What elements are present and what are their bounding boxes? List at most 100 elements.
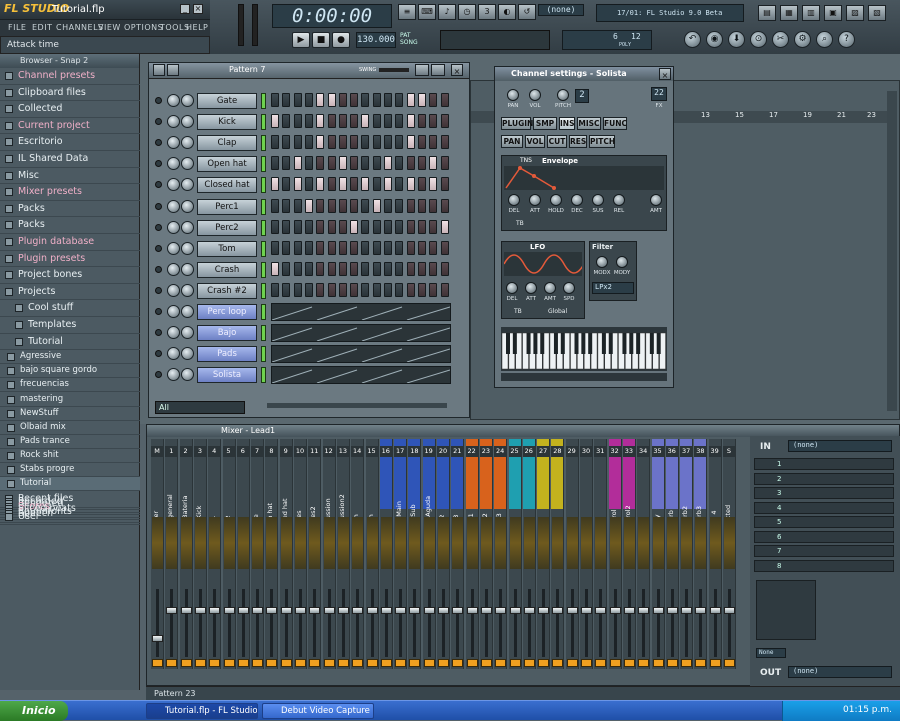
channel-select-indicator[interactable] — [261, 261, 266, 278]
track-send-button[interactable] — [581, 659, 592, 667]
track-send-button[interactable] — [423, 659, 435, 667]
step-button[interactable] — [304, 114, 313, 129]
tab-vol[interactable]: VOL — [525, 135, 545, 148]
track-fader[interactable] — [695, 607, 707, 614]
channel-filter-select[interactable]: All — [155, 401, 245, 414]
step-button[interactable] — [361, 198, 370, 213]
step-button[interactable] — [440, 177, 449, 192]
channel-name-button[interactable]: Bajo — [197, 325, 257, 342]
step-button[interactable] — [327, 219, 336, 234]
step-button[interactable] — [406, 114, 415, 129]
step-button[interactable] — [440, 93, 449, 107]
lfo-spd-knob[interactable] — [563, 282, 575, 294]
lfo-att-knob[interactable] — [525, 282, 537, 294]
step-button[interactable] — [417, 156, 426, 171]
mixer-track[interactable]: 38Reverb3 — [694, 439, 708, 669]
channel-select-indicator[interactable] — [261, 93, 266, 109]
step-button[interactable] — [304, 219, 313, 234]
step-button[interactable] — [417, 282, 426, 297]
wait-button[interactable]: ◷ — [458, 4, 476, 20]
channel-pan-knob[interactable] — [167, 136, 180, 150]
volume-knob[interactable] — [529, 89, 541, 101]
fx-slot[interactable]: 5 — [754, 516, 894, 528]
track-send-button[interactable] — [438, 659, 449, 667]
track-fader[interactable] — [623, 607, 635, 614]
menu-icon[interactable] — [153, 64, 165, 76]
step-button[interactable] — [350, 93, 359, 107]
channel-pan-knob[interactable] — [167, 178, 180, 192]
track-send-button[interactable] — [466, 659, 478, 667]
piano-key-black[interactable] — [636, 333, 641, 354]
channel-name-button[interactable]: Pads — [197, 346, 257, 363]
step-button[interactable] — [361, 93, 370, 107]
step-button[interactable] — [316, 93, 325, 107]
channel-pan-knob[interactable] — [167, 94, 180, 107]
mixer-track[interactable]: 22Lead1 — [465, 439, 479, 669]
step-button[interactable] — [384, 198, 392, 213]
step-button[interactable] — [282, 282, 291, 297]
step-button[interactable] — [271, 177, 279, 192]
track-send-button[interactable] — [595, 659, 607, 667]
step-button[interactable] — [293, 240, 302, 255]
fx-slot[interactable]: 6 — [754, 530, 894, 543]
step-button[interactable] — [316, 114, 325, 129]
track-fader[interactable] — [280, 607, 292, 614]
track-send-button[interactable] — [638, 659, 650, 667]
track-fader[interactable] — [180, 607, 192, 614]
channel-name-button[interactable]: Clap — [197, 135, 257, 152]
channel-volume-knob[interactable] — [181, 115, 194, 129]
track-send-button[interactable] — [295, 659, 306, 667]
step-button[interactable] — [440, 156, 449, 171]
keyboard-editor-icon[interactable] — [431, 64, 445, 76]
channel-name-button[interactable]: Kick — [197, 114, 257, 131]
piano-key-black[interactable] — [540, 333, 545, 354]
browser-button[interactable]: ▣ — [824, 5, 842, 21]
filter-modx-knob[interactable] — [596, 256, 608, 268]
step-button[interactable] — [429, 219, 438, 234]
piano-roll-button[interactable]: ▥ — [802, 5, 820, 21]
fx-track-selector[interactable]: 22 — [651, 87, 667, 101]
track-send-button[interactable] — [209, 659, 221, 667]
fx-slot[interactable]: 3 — [754, 487, 894, 499]
browser-item[interactable]: Tutorial — [0, 477, 140, 492]
channel-volume-knob[interactable] — [181, 94, 194, 107]
browser-item[interactable]: NewStuff — [0, 407, 140, 421]
piano-roll-preview[interactable] — [271, 324, 451, 343]
step-button[interactable] — [316, 282, 325, 297]
step-button[interactable] — [440, 261, 449, 276]
step-button[interactable] — [384, 219, 392, 234]
step-button[interactable] — [417, 198, 426, 213]
master-volume-slider[interactable] — [238, 4, 244, 46]
step-button[interactable] — [361, 135, 370, 150]
step-button[interactable] — [271, 93, 279, 107]
step-button[interactable] — [293, 282, 302, 297]
channel-pan-knob[interactable] — [167, 283, 180, 297]
channel-volume-knob[interactable] — [181, 178, 194, 192]
step-button[interactable] — [316, 261, 325, 276]
step-button[interactable] — [406, 282, 415, 297]
step-button[interactable] — [361, 219, 370, 234]
browser-item[interactable]: Packs — [0, 217, 140, 234]
search-icon[interactable]: ⌕ — [816, 31, 833, 48]
track-send-button[interactable] — [237, 659, 249, 667]
step-button[interactable] — [395, 177, 404, 192]
track-send-button[interactable] — [380, 659, 392, 667]
filter-type-select[interactable]: LPx2 — [592, 282, 634, 294]
close-icon[interactable]: × — [659, 68, 671, 80]
step-button[interactable] — [350, 282, 359, 297]
mixer-track[interactable]: 19 Bajo Aguda — [422, 439, 436, 669]
track-fader[interactable] — [452, 607, 464, 614]
channel-name-button[interactable]: Crash — [197, 261, 257, 278]
channel-volume-knob[interactable] — [181, 262, 194, 276]
step-button[interactable] — [384, 261, 392, 276]
track-send-button[interactable] — [166, 659, 178, 667]
mixer-track[interactable]: 23Lead2 — [479, 439, 493, 669]
minimize-button[interactable]: _ — [180, 4, 190, 14]
piano-key-black[interactable] — [560, 333, 565, 354]
track-fader[interactable] — [724, 607, 735, 614]
step-button[interactable] — [384, 177, 392, 192]
track-send-button[interactable] — [223, 659, 235, 667]
step-button[interactable] — [417, 177, 426, 192]
channel-volume-knob[interactable] — [181, 283, 194, 297]
step-button[interactable] — [282, 135, 291, 150]
